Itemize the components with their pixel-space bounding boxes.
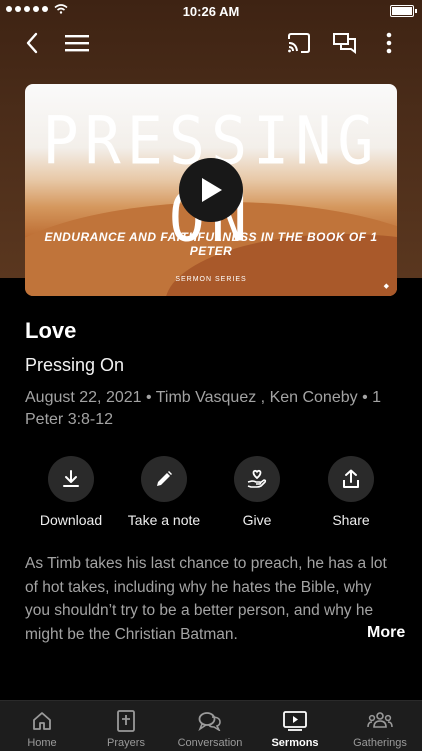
chat-icon[interactable] xyxy=(328,26,362,60)
tab-conversation[interactable]: Conversation xyxy=(168,701,252,751)
pencil-icon xyxy=(157,471,172,486)
tab-home-label: Home xyxy=(27,737,57,749)
tab-prayers[interactable]: Prayers xyxy=(84,701,168,751)
sermon-title: Love xyxy=(25,318,77,343)
tab-gatherings[interactable]: Gatherings xyxy=(338,701,422,751)
artwork-mark: ◆ xyxy=(383,283,389,290)
sermons-play-icon xyxy=(283,711,307,731)
series-name[interactable]: Pressing On xyxy=(25,355,124,376)
home-icon xyxy=(33,712,51,730)
chat-icon xyxy=(198,712,221,731)
artwork-series-label: SERMON SERIES xyxy=(175,276,247,283)
play-button[interactable] xyxy=(179,158,243,222)
share-label: Share xyxy=(332,512,370,528)
tab-bar: Home Prayers Conversation Sermons Gather… xyxy=(0,700,422,751)
more-link[interactable]: More xyxy=(359,624,406,642)
tab-home[interactable]: Home xyxy=(0,701,84,751)
top-toolbar xyxy=(0,26,422,60)
share-button[interactable]: Share xyxy=(296,456,406,528)
sermon-description: As Timb takes his last chance to preach,… xyxy=(25,555,387,643)
give-heart-icon xyxy=(247,469,267,488)
tab-conversation-label: Conversation xyxy=(177,737,243,749)
status-bar: 10:26 AM xyxy=(0,0,422,22)
tab-prayers-label: Prayers xyxy=(107,737,145,749)
more-options-icon[interactable] xyxy=(372,26,406,60)
cast-icon[interactable] xyxy=(282,26,316,60)
tab-sermons[interactable]: Sermons xyxy=(253,701,337,751)
play-icon xyxy=(202,178,222,202)
download-icon xyxy=(63,470,79,487)
menu-icon[interactable] xyxy=(60,26,94,60)
people-icon xyxy=(367,712,393,728)
artwork-subtitle: ENDURANCE AND FAITHFULNESS IN THE BOOK O… xyxy=(44,230,378,258)
share-icon xyxy=(343,469,359,488)
prayer-book-icon xyxy=(117,710,135,732)
back-icon[interactable] xyxy=(15,26,49,60)
tab-sermons-label: Sermons xyxy=(271,737,319,749)
status-time: 10:26 AM xyxy=(182,4,240,19)
sermon-artwork[interactable]: PRESSING ON ENDURANCE AND FAITHFULNESS I… xyxy=(25,84,397,296)
sermon-meta: August 22, 2021 • Timb Vasquez , Ken Con… xyxy=(25,389,382,428)
tab-gatherings-label: Gatherings xyxy=(353,737,407,749)
battery-icon xyxy=(390,5,417,17)
action-row: Download Take a note Give Share xyxy=(0,456,422,536)
